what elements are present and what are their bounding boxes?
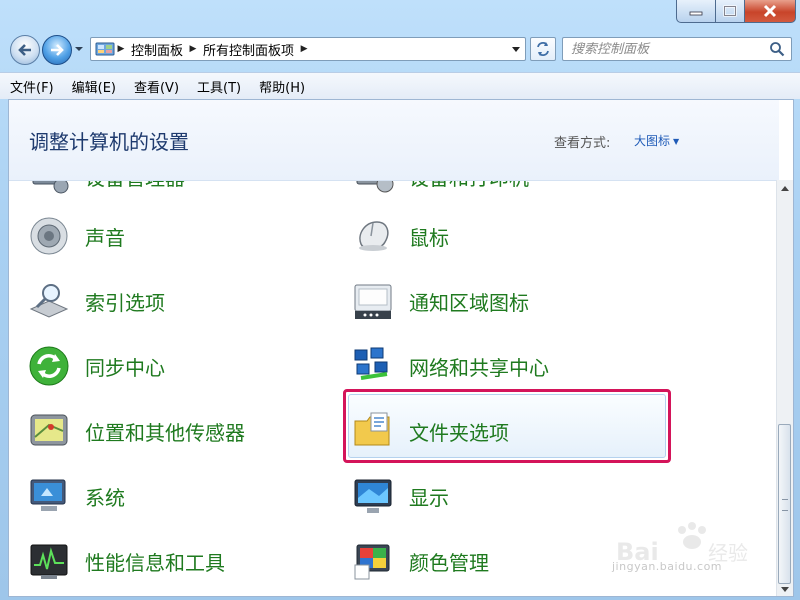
item-notification-area[interactable]: 通知区域图标 bbox=[351, 271, 529, 331]
address-bar[interactable]: ▶ 控制面板 ▶ 所有控制面板项 ▶ bbox=[90, 37, 526, 61]
item-sync-center[interactable]: 同步中心 bbox=[27, 336, 165, 396]
view-by-dropdown[interactable]: 大图标 ▼ bbox=[634, 132, 679, 149]
view-by-value: 大图标 bbox=[634, 134, 671, 148]
refresh-icon bbox=[537, 42, 549, 56]
item-performance[interactable]: 性能信息和工具 bbox=[27, 531, 225, 591]
breadcrumb-all-items[interactable]: 所有控制面板项 bbox=[199, 40, 298, 59]
caption-buttons bbox=[676, 0, 796, 23]
indexing-options-icon bbox=[29, 284, 69, 318]
recent-pages-dropdown-icon[interactable] bbox=[74, 44, 84, 54]
control-panel-icon bbox=[95, 42, 115, 56]
item-location-sensors[interactable]: 位置和其他传感器 bbox=[27, 401, 245, 461]
search-input[interactable] bbox=[569, 40, 763, 58]
location-sensors-icon bbox=[30, 414, 68, 446]
watermark-url: jingyan.baidu.com bbox=[612, 560, 723, 573]
navigation-bar: ▶ 控制面板 ▶ 所有控制面板项 ▶ bbox=[0, 30, 800, 70]
scrollbar-grip bbox=[782, 499, 788, 511]
item-sound[interactable]: 声音 bbox=[27, 206, 125, 266]
maximize-icon bbox=[723, 5, 737, 17]
menu-bar: 文件(F) 编辑(E) 查看(V) 工具(T) 帮助(H) bbox=[0, 72, 800, 99]
mouse-icon bbox=[359, 221, 389, 251]
item-display[interactable]: 显示 bbox=[351, 466, 449, 526]
search-icon[interactable] bbox=[769, 41, 785, 57]
chevron-down-icon: ▼ bbox=[673, 137, 680, 146]
menu-help[interactable]: 帮助(H) bbox=[251, 77, 313, 96]
breadcrumb-control-panel[interactable]: 控制面板 bbox=[127, 40, 187, 59]
forward-button[interactable] bbox=[42, 35, 72, 65]
scrollbar-thumb[interactable] bbox=[778, 424, 791, 584]
network-sharing-icon bbox=[354, 347, 388, 380]
minimize-icon bbox=[689, 11, 703, 16]
refresh-button[interactable] bbox=[530, 37, 556, 61]
breadcrumb-separator[interactable]: ▶ bbox=[187, 44, 199, 54]
chevron-down-icon[interactable] bbox=[511, 46, 521, 54]
maximize-button[interactable] bbox=[716, 0, 745, 23]
close-button[interactable] bbox=[745, 0, 796, 23]
color-management-icon bbox=[354, 544, 390, 580]
vertical-scrollbar[interactable] bbox=[776, 180, 793, 596]
breadcrumb-separator[interactable]: ▶ bbox=[115, 44, 127, 54]
sound-icon bbox=[30, 217, 68, 255]
control-panel-window: ▶ 控制面板 ▶ 所有控制面板项 ▶ 文件(F) 编辑(E) 查看 bbox=[0, 0, 800, 600]
system-icon bbox=[30, 479, 66, 511]
view-by-label: 查看方式: bbox=[554, 136, 611, 151]
notification-area-icon bbox=[354, 284, 392, 319]
menu-view[interactable]: 查看(V) bbox=[126, 77, 187, 96]
scroll-up-icon bbox=[781, 186, 789, 191]
page-title: 调整计算机的设置 bbox=[29, 130, 189, 154]
breadcrumb-separator[interactable]: ▶ bbox=[298, 44, 310, 54]
sync-center-icon bbox=[29, 346, 69, 386]
scroll-down-icon bbox=[781, 587, 789, 592]
content-header: 调整计算机的设置 查看方式: 大图标 ▼ bbox=[9, 100, 779, 181]
performance-icon bbox=[30, 544, 68, 579]
minimize-button[interactable] bbox=[676, 0, 716, 23]
item-color-management[interactable]: 颜色管理 bbox=[351, 531, 489, 591]
arrow-left-icon bbox=[18, 44, 31, 56]
arrow-right-icon bbox=[51, 44, 64, 56]
scroll-down-button[interactable] bbox=[777, 582, 793, 596]
item-indexing-options[interactable]: 索引选项 bbox=[27, 271, 165, 331]
item-mouse[interactable]: 鼠标 bbox=[351, 206, 449, 266]
item-network-sharing[interactable]: 网络和共享中心 bbox=[351, 336, 549, 396]
menu-edit[interactable]: 编辑(E) bbox=[64, 77, 124, 96]
scroll-up-button[interactable] bbox=[777, 180, 793, 196]
item-system[interactable]: 系统 bbox=[27, 466, 125, 526]
back-button[interactable] bbox=[10, 35, 40, 65]
highlight-annotation-box bbox=[343, 389, 671, 463]
close-icon bbox=[763, 4, 777, 18]
menu-tools[interactable]: 工具(T) bbox=[189, 77, 249, 96]
display-icon bbox=[354, 479, 392, 513]
search-box[interactable] bbox=[562, 37, 792, 61]
menu-file[interactable]: 文件(F) bbox=[2, 77, 62, 96]
